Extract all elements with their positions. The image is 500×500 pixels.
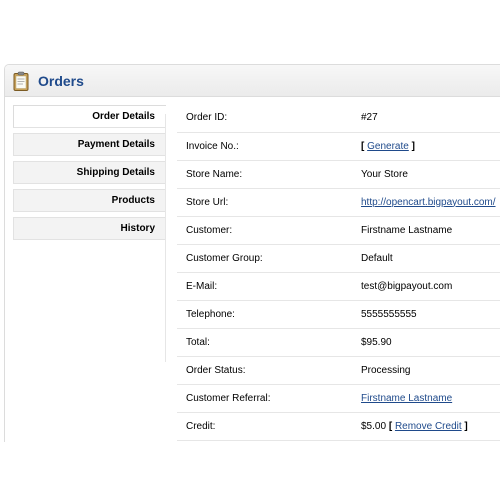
order-status-value: Processing xyxy=(353,356,500,385)
tab-history[interactable]: History xyxy=(13,217,166,240)
table-row: Invoice No.: [ Generate ] xyxy=(177,132,500,161)
store-name-value: Your Store xyxy=(353,160,500,189)
table-row: Telephone: 5555555555 xyxy=(177,300,500,329)
customer-group-value: Default xyxy=(353,244,500,273)
tab-order-details[interactable]: Order Details xyxy=(13,105,166,128)
order-id-value: #27 xyxy=(353,104,500,133)
tab-shipping-details[interactable]: Shipping Details xyxy=(13,161,166,184)
store-url-link[interactable]: http://opencart.bigpayout.com/ xyxy=(361,197,496,208)
tab-label: Order Details xyxy=(92,111,155,122)
customer-group-label: Customer Group: xyxy=(177,244,353,273)
table-row: Customer: Firstname Lastname xyxy=(177,216,500,245)
bracket-close: ] xyxy=(464,420,468,432)
table-row: Store Name: Your Store xyxy=(177,160,500,189)
tab-label: Shipping Details xyxy=(76,167,155,178)
telephone-label: Telephone: xyxy=(177,300,353,329)
order-id-label: Order ID: xyxy=(177,104,353,133)
table-row: Order Status: Processing xyxy=(177,356,500,385)
sidebar-divider xyxy=(165,114,166,362)
credit-amount: $5.00 xyxy=(361,420,387,432)
customer-label: Customer: xyxy=(177,216,353,245)
tab-products[interactable]: Products xyxy=(13,189,166,212)
credit-label: Credit: xyxy=(177,412,353,441)
panel-header: Orders xyxy=(5,65,500,97)
email-value: test@bigpayout.com xyxy=(353,272,500,301)
credit-value: $5.00 [ Remove Credit ] xyxy=(353,412,500,441)
table-row: Total: $95.90 xyxy=(177,328,500,357)
clipboard-icon xyxy=(13,71,29,91)
total-value: $95.90 xyxy=(353,328,500,357)
email-label: E-Mail: xyxy=(177,272,353,301)
orders-panel: Orders Order Details Payment Details Shi… xyxy=(4,64,500,442)
tab-label: Products xyxy=(111,195,155,206)
customer-referral-label: Customer Referral: xyxy=(177,384,353,413)
order-tabs: Order Details Payment Details Shipping D… xyxy=(13,105,166,245)
customer-referral-value: Firstname Lastname xyxy=(353,384,500,413)
table-row: Customer Group: Default xyxy=(177,244,500,273)
generate-invoice-link[interactable]: Generate xyxy=(367,141,409,152)
telephone-value: 5555555555 xyxy=(353,300,500,329)
page-title: Orders xyxy=(38,72,84,89)
tab-label: History xyxy=(120,223,155,234)
customer-referral-link[interactable]: Firstname Lastname xyxy=(361,393,452,404)
invoice-label: Invoice No.: xyxy=(177,132,353,161)
customer-value: Firstname Lastname xyxy=(353,216,500,245)
tab-payment-details[interactable]: Payment Details xyxy=(13,133,166,156)
invoice-value: [ Generate ] xyxy=(353,132,500,161)
bracket-open: [ xyxy=(361,140,365,152)
tab-label: Payment Details xyxy=(77,139,155,150)
store-name-label: Store Name: xyxy=(177,160,353,189)
store-url-value: http://opencart.bigpayout.com/ xyxy=(353,188,500,217)
table-row: Customer Referral: Firstname Lastname xyxy=(177,384,500,413)
order-status-label: Order Status: xyxy=(177,356,353,385)
total-label: Total: xyxy=(177,328,353,357)
table-row: Credit: $5.00 [ Remove Credit ] xyxy=(177,412,500,441)
table-row: Order ID: #27 xyxy=(177,104,500,133)
order-details-table: Order ID: #27 Invoice No.: [ Generate ] … xyxy=(177,104,500,441)
bracket-open: [ xyxy=(388,420,393,432)
table-row: E-Mail: test@bigpayout.com xyxy=(177,272,500,301)
store-url-label: Store Url: xyxy=(177,188,353,217)
table-row: Store Url: http://opencart.bigpayout.com… xyxy=(177,188,500,217)
bracket-close: ] xyxy=(411,140,415,152)
remove-credit-link[interactable]: Remove Credit xyxy=(395,421,462,432)
